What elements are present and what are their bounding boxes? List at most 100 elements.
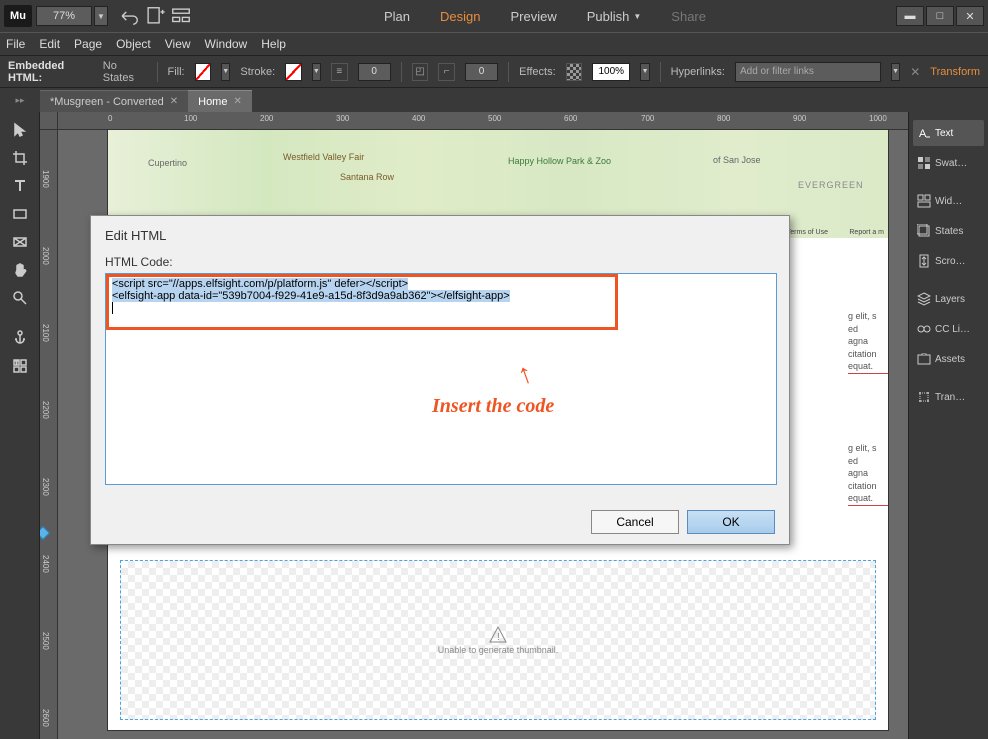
panel-swatches[interactable]: Swat… bbox=[913, 150, 984, 176]
cancel-button[interactable]: Cancel bbox=[591, 510, 679, 534]
tab-publish[interactable]: Publish ▼ bbox=[587, 9, 642, 24]
panel-scroll[interactable]: Scro… bbox=[913, 248, 984, 274]
corner-radius-icon: ⌐ bbox=[438, 63, 455, 81]
hand-tool[interactable] bbox=[2, 257, 38, 283]
ruler-tick: 2300 bbox=[41, 478, 50, 496]
rectangle-tool[interactable] bbox=[2, 201, 38, 227]
panel-text[interactable]: AText bbox=[913, 120, 984, 146]
divider bbox=[660, 62, 661, 82]
ruler-tick: 2500 bbox=[41, 632, 50, 650]
zoom-dropdown[interactable]: ▼ bbox=[94, 6, 108, 26]
divider bbox=[157, 62, 158, 82]
window-controls: ▬ □ ✕ bbox=[896, 6, 984, 26]
map-terms-link[interactable]: Terms of Use bbox=[787, 229, 828, 236]
menu-window[interactable]: Window bbox=[205, 37, 248, 51]
ruler-tick: 2600 bbox=[41, 709, 50, 727]
fill-label: Fill: bbox=[168, 66, 185, 78]
hyperlink-input[interactable]: Add or filter links bbox=[735, 62, 881, 82]
corner-radius-input[interactable]: 0 bbox=[465, 63, 498, 81]
selection-type-label: Embedded HTML: bbox=[8, 60, 93, 84]
html-embed-placeholder[interactable]: ! Unable to generate thumbnail. bbox=[120, 560, 876, 720]
map-label: Westfield Valley Fair bbox=[283, 152, 364, 162]
ruler-tick: 100 bbox=[184, 114, 197, 123]
panel-states[interactable]: States bbox=[913, 218, 984, 244]
stroke-swatch[interactable] bbox=[285, 63, 302, 81]
app-logo: Mu bbox=[4, 5, 32, 27]
svg-text:A: A bbox=[919, 128, 927, 140]
doc-tab-label: *Musgreen - Converted bbox=[50, 96, 164, 108]
minimize-button[interactable]: ▬ bbox=[896, 6, 924, 26]
panel-cc-libraries[interactable]: CC Li… bbox=[913, 316, 984, 342]
ruler-tick: 300 bbox=[336, 114, 349, 123]
fill-dropdown[interactable]: ▼ bbox=[221, 63, 230, 81]
doc-tab-musgreen[interactable]: *Musgreen - Converted ✕ bbox=[40, 90, 188, 112]
doc-tab-home[interactable]: Home ✕ bbox=[188, 90, 252, 112]
fill-swatch[interactable] bbox=[195, 63, 212, 81]
menu-page[interactable]: Page bbox=[74, 37, 102, 51]
dialog-title: Edit HTML bbox=[105, 228, 775, 243]
new-page-icon[interactable] bbox=[144, 5, 166, 27]
edit-html-dialog: Edit HTML HTML Code: <script src="//apps… bbox=[90, 215, 790, 545]
transform-link[interactable]: Transform bbox=[930, 66, 980, 78]
ruler-tick: 900 bbox=[793, 114, 806, 123]
text-frame-tool[interactable]: T bbox=[2, 353, 38, 379]
selection-tool[interactable] bbox=[2, 117, 38, 143]
stroke-weight-input[interactable]: 0 bbox=[358, 63, 391, 81]
undo-icon[interactable] bbox=[118, 5, 140, 27]
ruler-tick: 2000 bbox=[41, 247, 50, 265]
divider bbox=[401, 62, 402, 82]
tab-preview[interactable]: Preview bbox=[510, 9, 556, 24]
maximize-button[interactable]: □ bbox=[926, 6, 954, 26]
menu-help[interactable]: Help bbox=[261, 37, 286, 51]
close-icon[interactable]: ✕ bbox=[233, 96, 241, 107]
tab-scroll-icon[interactable]: ▸▸ bbox=[0, 88, 40, 112]
effects-icon[interactable] bbox=[566, 63, 583, 81]
text-tool[interactable] bbox=[2, 173, 38, 199]
close-button[interactable]: ✕ bbox=[956, 6, 984, 26]
stroke-label: Stroke: bbox=[240, 66, 275, 78]
hyperlink-clear-icon[interactable]: ✕ bbox=[910, 65, 920, 79]
ruler-tick: 1900 bbox=[41, 170, 50, 188]
anchor-tool[interactable] bbox=[2, 325, 38, 351]
hyperlink-dropdown[interactable]: ▼ bbox=[891, 63, 900, 81]
ruler-tick: 2200 bbox=[41, 401, 50, 419]
map-label: Santana Row bbox=[340, 172, 394, 182]
ruler-vertical[interactable]: 1900 2000 2100 2200 2300 2400 2500 2600 bbox=[40, 130, 58, 739]
doc-tab-label: Home bbox=[198, 96, 227, 108]
toolbox: T bbox=[0, 112, 40, 739]
frame-tool[interactable] bbox=[2, 229, 38, 255]
menu-edit[interactable]: Edit bbox=[39, 37, 60, 51]
dialog-field-label: HTML Code: bbox=[105, 255, 775, 269]
text-fragment: g elit, s edagnacitationequat. bbox=[848, 442, 888, 506]
panel-widgets[interactable]: Wid… bbox=[913, 188, 984, 214]
ruler-origin[interactable] bbox=[40, 112, 58, 130]
code-line: <elfsight-app data-id="539b7004-f929-41e… bbox=[112, 290, 510, 302]
ruler-tick: 800 bbox=[717, 114, 730, 123]
map-report-link[interactable]: Report a m bbox=[849, 229, 884, 236]
ruler-tick: 2400 bbox=[41, 555, 50, 573]
zoom-level[interactable]: 77% bbox=[36, 6, 92, 26]
menu-object[interactable]: Object bbox=[116, 37, 151, 51]
html-code-textarea[interactable]: <script src="//apps.elfsight.com/p/platf… bbox=[105, 273, 777, 485]
tab-share: Share bbox=[671, 9, 706, 24]
stroke-dropdown[interactable]: ▼ bbox=[312, 63, 321, 81]
opacity-dropdown[interactable]: ▼ bbox=[640, 63, 649, 81]
zoom-tool[interactable] bbox=[2, 285, 38, 311]
ok-button[interactable]: OK bbox=[687, 510, 775, 534]
text-fragment: g elit, s edagnacitationequat. bbox=[848, 310, 888, 374]
menu-file[interactable]: File bbox=[6, 37, 25, 51]
panel-assets[interactable]: Assets bbox=[913, 346, 984, 372]
opacity-input[interactable]: 100% bbox=[592, 63, 630, 81]
crop-tool[interactable] bbox=[2, 145, 38, 171]
ruler-horizontal[interactable]: 0 100 200 300 400 500 600 700 800 900 10… bbox=[58, 112, 908, 130]
panel-transform[interactable]: Tran… bbox=[913, 384, 984, 410]
menu-view[interactable]: View bbox=[165, 37, 191, 51]
placeholder-text: Unable to generate thumbnail. bbox=[438, 645, 559, 655]
hyperlinks-label: Hyperlinks: bbox=[671, 66, 725, 78]
panel-layers[interactable]: Layers bbox=[913, 286, 984, 312]
tab-plan[interactable]: Plan bbox=[384, 9, 410, 24]
site-plan-icon[interactable] bbox=[170, 5, 192, 27]
text-cursor bbox=[112, 302, 113, 314]
tab-design[interactable]: Design bbox=[440, 9, 480, 24]
close-icon[interactable]: ✕ bbox=[170, 96, 178, 107]
